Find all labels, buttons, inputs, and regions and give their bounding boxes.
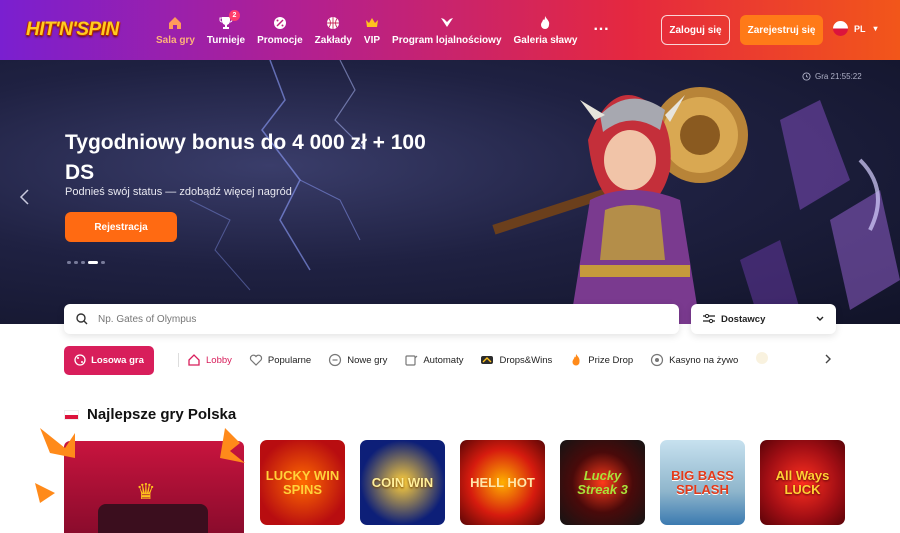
chevron-down-icon: ▾ <box>873 24 878 33</box>
home-icon <box>167 15 183 31</box>
category-prize-drop[interactable]: Prize Drop <box>569 353 633 367</box>
section-title-text: Najlepsze gry Polska <box>87 406 237 423</box>
game-card[interactable]: All Ways LUCK <box>760 440 845 525</box>
category-label: Nowe gry <box>347 354 388 366</box>
nav-item-turnieje[interactable]: 2 Turnieje <box>201 0 251 60</box>
fire-icon <box>537 15 553 31</box>
game-title: COIN WIN <box>371 474 434 490</box>
new-icon <box>328 353 342 367</box>
category-nowe-gry[interactable]: Nowe gry <box>328 353 387 367</box>
game-title: All Ways LUCK <box>775 467 830 497</box>
category-lobby[interactable]: Lobby <box>187 353 232 367</box>
drops-wins-icon <box>480 353 494 367</box>
hero-banner[interactable]: Gra 21:55:22 Tygodniowy bonus do 4 000 z… <box>0 60 900 324</box>
game-card[interactable]: HELL HOT <box>460 440 545 525</box>
carousel-dot[interactable] <box>101 261 105 264</box>
trophy-icon: 2 <box>218 9 240 31</box>
game-title: HELL HOT <box>470 474 535 490</box>
game-search-box[interactable] <box>64 304 679 334</box>
game-title: LUCKY WIN SPINS <box>265 467 340 497</box>
providers-label: Dostawcy <box>721 313 766 325</box>
category-kasyno-na-zywo[interactable]: Kasyno na żywo <box>650 353 738 367</box>
more-menu-button[interactable]: ··· <box>593 0 609 60</box>
nav-item-promocje[interactable]: Promocje <box>251 0 309 60</box>
nav-label: Turnieje <box>206 34 246 46</box>
game-card[interactable]: BIG BASS SPLASH <box>660 440 745 525</box>
language-code: PL <box>854 23 866 34</box>
game-card[interactable]: LUCKY WIN SPINS <box>260 440 345 525</box>
flame-icon <box>569 353 583 367</box>
timer-text: Gra 21:55:22 <box>815 72 862 81</box>
game-card[interactable]: Lucky Streak 3 <box>560 440 645 525</box>
hero-title: Tygodniowy bonus do 4 000 zł + 100 DS <box>65 131 426 184</box>
game-title: BIG BASS SPLASH <box>671 467 734 497</box>
basketball-icon <box>325 15 341 31</box>
clock-icon <box>802 72 811 81</box>
site-logo[interactable]: HIT'N'SPIN <box>26 14 126 46</box>
nav-item-galeria-slawy[interactable]: Galeria sławy <box>508 0 584 60</box>
game-grid: LUCKY WIN SPINS COIN WIN HELL HOT Lucky … <box>260 440 845 525</box>
coin-icon[interactable] <box>755 351 769 370</box>
login-button[interactable]: Zaloguj się <box>661 15 730 45</box>
nav-label: VIP <box>363 34 381 46</box>
search-input[interactable] <box>98 313 618 325</box>
providers-dropdown[interactable]: Dostawcy <box>691 304 836 334</box>
carousel-dot-active[interactable] <box>88 261 98 264</box>
category-scroll-right-arrow[interactable] <box>824 353 832 367</box>
nav-item-program-lojalnosciowy[interactable]: Program lojalnościowy <box>386 0 507 60</box>
filter-sliders-icon <box>703 314 715 324</box>
home-icon <box>187 353 201 367</box>
heart-icon <box>249 353 263 367</box>
tournament-count-badge: 2 <box>229 9 240 21</box>
dice-icon <box>74 354 86 366</box>
viking-character-illustration <box>492 87 748 324</box>
promo-icon <box>272 15 288 31</box>
game-title: Lucky Streak 3 <box>577 467 628 497</box>
category-label: Automaty <box>423 354 464 366</box>
poland-flag-icon <box>64 409 79 420</box>
nav-item-vip[interactable]: VIP <box>358 0 386 60</box>
carousel-prev-arrow[interactable] <box>18 188 30 211</box>
spark-burst-decoration <box>35 428 245 503</box>
category-label: Kasyno na żywo <box>669 354 739 366</box>
wings-icon <box>439 15 455 31</box>
hero-register-button[interactable]: Rejestracja <box>65 212 177 242</box>
main-nav: Sala gry 2 Turnieje Promocje Zakłady VIP… <box>150 0 609 60</box>
category-popularne[interactable]: Popularne <box>249 353 311 367</box>
carousel-dot[interactable] <box>67 261 71 264</box>
nav-item-zaklady[interactable]: Zakłady <box>309 0 358 60</box>
category-drops-wins[interactable]: Drops&Wins <box>480 353 552 367</box>
category-label: Drops&Wins <box>499 354 553 366</box>
random-game-label: Losowa gra <box>91 354 144 366</box>
section-heading: Najlepsze gry Polska <box>64 406 236 423</box>
top-header: HIT'N'SPIN Sala gry 2 Turnieje Promocje <box>0 0 900 60</box>
slot-machine-icon <box>404 353 418 367</box>
search-icon <box>76 313 88 325</box>
category-label: Lobby <box>206 354 232 366</box>
crown-icon <box>364 15 380 31</box>
hero-subtitle: Podnieś swój status — zdobądź więcej nag… <box>65 186 292 198</box>
promo-timer: Gra 21:55:22 <box>802 72 862 81</box>
live-icon <box>650 353 664 367</box>
nav-label: Galeria sławy <box>513 34 578 46</box>
nav-item-sala-gry[interactable]: Sala gry <box>150 0 201 60</box>
nav-label: Promocje <box>257 34 303 46</box>
category-bar: Losowa gra Lobby Popularne Nowe gry Auto… <box>64 345 836 375</box>
category-automaty[interactable]: Automaty <box>404 353 463 367</box>
category-label: Popularne <box>267 354 312 366</box>
carousel-dot[interactable] <box>81 261 85 264</box>
nav-label: Zakłady <box>314 34 352 46</box>
random-game-button[interactable]: Losowa gra <box>64 345 154 375</box>
register-button[interactable]: Zarejestruj się <box>740 15 823 45</box>
poland-flag-icon <box>833 21 848 36</box>
carousel-dots <box>67 261 105 264</box>
nav-label: Program lojalnościowy <box>392 34 502 46</box>
language-selector[interactable]: PL ▾ <box>833 21 878 36</box>
game-card[interactable]: COIN WIN <box>360 440 445 525</box>
nav-label: Sala gry <box>156 34 195 46</box>
chevron-down-icon <box>816 316 824 321</box>
category-label: Prize Drop <box>588 354 634 366</box>
divider <box>178 353 179 367</box>
carousel-dot[interactable] <box>74 261 78 264</box>
